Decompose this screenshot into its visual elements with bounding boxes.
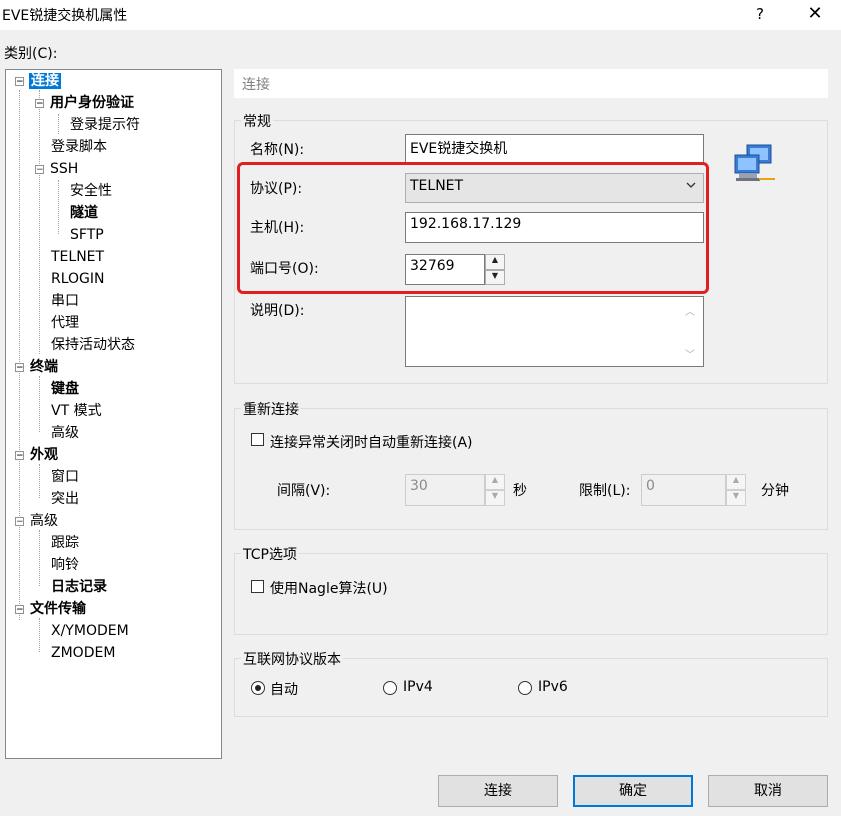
tree-item-trace[interactable]: 跟踪 [51,533,79,554]
network-computer-icon [733,143,777,185]
cancel-button[interactable]: 取消 [708,775,828,807]
tree-item-proxy[interactable]: 代理 [51,313,79,334]
section-header [234,69,828,98]
tree-item-ssh[interactable]: − SSH [34,159,78,180]
scroll-up-icon[interactable]: ︿ [685,303,695,318]
tree-item-auth[interactable]: − 用户身份验证 [34,93,134,114]
general-group-title: 常规 [241,111,273,131]
limit-up-arrow-icon[interactable]: ▲ [726,474,746,490]
tree-item-advanced[interactable]: − 高级 [14,511,58,532]
name-label: 名称(N): [250,142,305,158]
tree-item-terminal-advanced[interactable]: 高级 [51,423,79,444]
tree-item-sftp[interactable]: SFTP [70,225,104,246]
connect-button[interactable]: 连接 [438,775,558,807]
ipv4-label[interactable]: IPv4 [403,679,433,695]
interval-stepper[interactable]: ▲ ▼ [485,474,505,506]
tree-item-serial[interactable]: 串口 [51,291,79,312]
category-tree[interactable]: − 连接 − 用户身份验证 登录提示符 登录脚本 − SSH 安全性 隧道 SF… [5,69,222,759]
nagle-label[interactable]: 使用Nagle算法(U) [270,578,388,598]
tree-item-connection[interactable]: − 连接 [14,71,61,92]
ipv4-radio[interactable] [383,681,397,695]
name-input[interactable]: EVE锐捷交换机 [405,134,704,164]
auto-reconnect-label[interactable]: 连接异常关闭时自动重新连接(A) [270,432,473,452]
tree-item-xymodem[interactable]: X/YMODEM [51,621,129,642]
category-label: 类别(C): [4,46,58,62]
highlight-box [237,162,709,294]
close-button[interactable]: ✕ [795,0,835,30]
window-title: EVE锐捷交换机属性 [2,8,128,24]
reconnect-group [234,408,828,530]
ip-version-group-title: 互联网协议版本 [241,649,343,669]
ipv6-radio[interactable] [518,681,532,695]
tree-item-appearance[interactable]: − 外观 [14,445,58,466]
auto-reconnect-checkbox[interactable] [251,433,264,446]
interval-input[interactable]: 30 [405,474,485,506]
minutes-unit: 分钟 [761,483,789,499]
tree-item-telnet[interactable]: TELNET [51,247,104,268]
scroll-down-icon[interactable]: ﹀ [685,346,695,361]
tree-item-logging[interactable]: 日志记录 [51,577,107,598]
limit-label: 限制(L): [579,483,631,499]
tree-item-login-prompt[interactable]: 登录提示符 [70,115,140,136]
description-label: 说明(D): [250,303,305,319]
tree-item-tunnel[interactable]: 隧道 [70,203,98,224]
tree-item-keepalive[interactable]: 保持活动状态 [51,335,135,356]
tree-item-security[interactable]: 安全性 [70,181,112,202]
tree-item-zmodem[interactable]: ZMODEM [51,643,115,664]
limit-stepper[interactable]: ▲ ▼ [726,474,746,506]
nagle-checkbox[interactable] [251,580,264,593]
tree-item-file-transfer[interactable]: − 文件传输 [14,599,86,620]
tcp-group-title: TCP选项 [241,544,299,564]
ip-auto-label[interactable]: 自动 [270,679,298,699]
tree-item-highlight[interactable]: 突出 [51,489,79,510]
help-button[interactable]: ? [745,0,775,30]
interval-up-arrow-icon[interactable]: ▲ [485,474,505,490]
tree-item-terminal[interactable]: − 终端 [14,357,58,378]
tree-item-rlogin[interactable]: RLOGIN [51,269,105,290]
tree-item-login-script[interactable]: 登录脚本 [51,137,107,158]
interval-down-arrow-icon[interactable]: ▼ [485,490,505,506]
tree-item-keyboard[interactable]: 键盘 [51,379,79,400]
limit-down-arrow-icon[interactable]: ▼ [726,490,746,506]
tree-item-bell[interactable]: 响铃 [51,555,79,576]
seconds-unit: 秒 [513,483,527,499]
limit-input[interactable]: 0 [641,474,726,506]
ok-button[interactable]: 确定 [573,775,693,807]
reconnect-group-title: 重新连接 [241,399,301,419]
ip-auto-radio[interactable] [251,681,265,695]
section-header-title: 连接 [242,77,270,93]
ipv6-label[interactable]: IPv6 [538,679,568,695]
description-textarea[interactable] [405,296,704,367]
interval-label: 间隔(V): [277,483,331,499]
tree-item-vt-mode[interactable]: VT 模式 [51,401,102,422]
tree-item-window[interactable]: 窗口 [51,467,79,488]
